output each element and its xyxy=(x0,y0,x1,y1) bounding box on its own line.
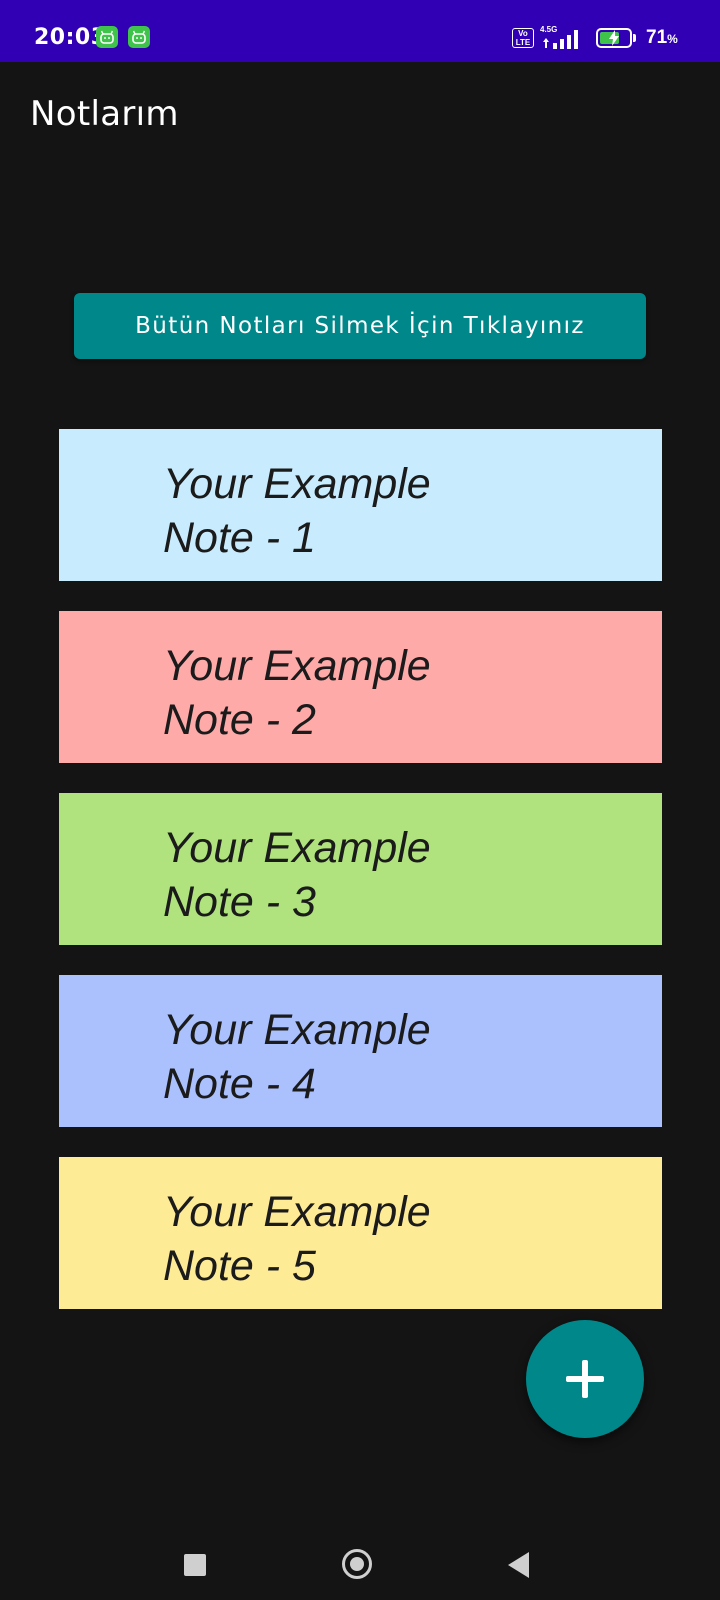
battery-unit: % xyxy=(667,32,678,46)
android-notification-icon xyxy=(128,26,150,48)
note-card[interactable]: Your Example Note - 2 xyxy=(59,611,662,763)
note-text-line1: Your Example xyxy=(163,460,431,508)
note-card[interactable]: Your Example Note - 5 xyxy=(59,1157,662,1309)
note-text-line2: Note - 2 xyxy=(163,696,316,744)
back-triangle-icon[interactable] xyxy=(508,1552,529,1578)
note-text-line2: Note - 4 xyxy=(163,1060,316,1108)
note-text-line2: Note - 5 xyxy=(163,1242,316,1290)
note-list: Your Example Note - 1 Your Example Note … xyxy=(59,429,662,1339)
status-bar: 20:03 Vo LTE 4.5G 71% xyxy=(0,0,720,62)
page-title: Notlarım xyxy=(30,94,179,134)
signal-icon xyxy=(543,30,578,49)
note-card[interactable]: Your Example Note - 1 xyxy=(59,429,662,581)
battery-charging-icon xyxy=(596,28,632,48)
note-card[interactable]: Your Example Note - 4 xyxy=(59,975,662,1127)
note-text-line2: Note - 1 xyxy=(163,514,316,562)
volte-icon: Vo LTE xyxy=(512,28,534,48)
note-text-line1: Your Example xyxy=(163,642,431,690)
navigation-bar xyxy=(0,1510,720,1600)
delete-all-notes-button[interactable]: Bütün Notları Silmek İçin Tıklayınız xyxy=(74,293,646,359)
battery-tip xyxy=(633,34,636,42)
note-text-line1: Your Example xyxy=(163,824,431,872)
note-text-line1: Your Example xyxy=(163,1006,431,1054)
battery-percentage: 71% xyxy=(646,27,678,49)
volte-label-bottom: LTE xyxy=(515,38,531,47)
add-note-button[interactable] xyxy=(526,1320,644,1438)
recents-square-icon[interactable] xyxy=(184,1554,206,1576)
volte-label-top: Vo xyxy=(518,29,528,38)
home-circle-icon[interactable] xyxy=(342,1549,372,1579)
battery-level: 71 xyxy=(646,27,668,48)
note-text-line2: Note - 3 xyxy=(163,878,316,926)
note-text-line1: Your Example xyxy=(163,1188,431,1236)
note-card[interactable]: Your Example Note - 3 xyxy=(59,793,662,945)
android-notification-icon xyxy=(96,26,118,48)
